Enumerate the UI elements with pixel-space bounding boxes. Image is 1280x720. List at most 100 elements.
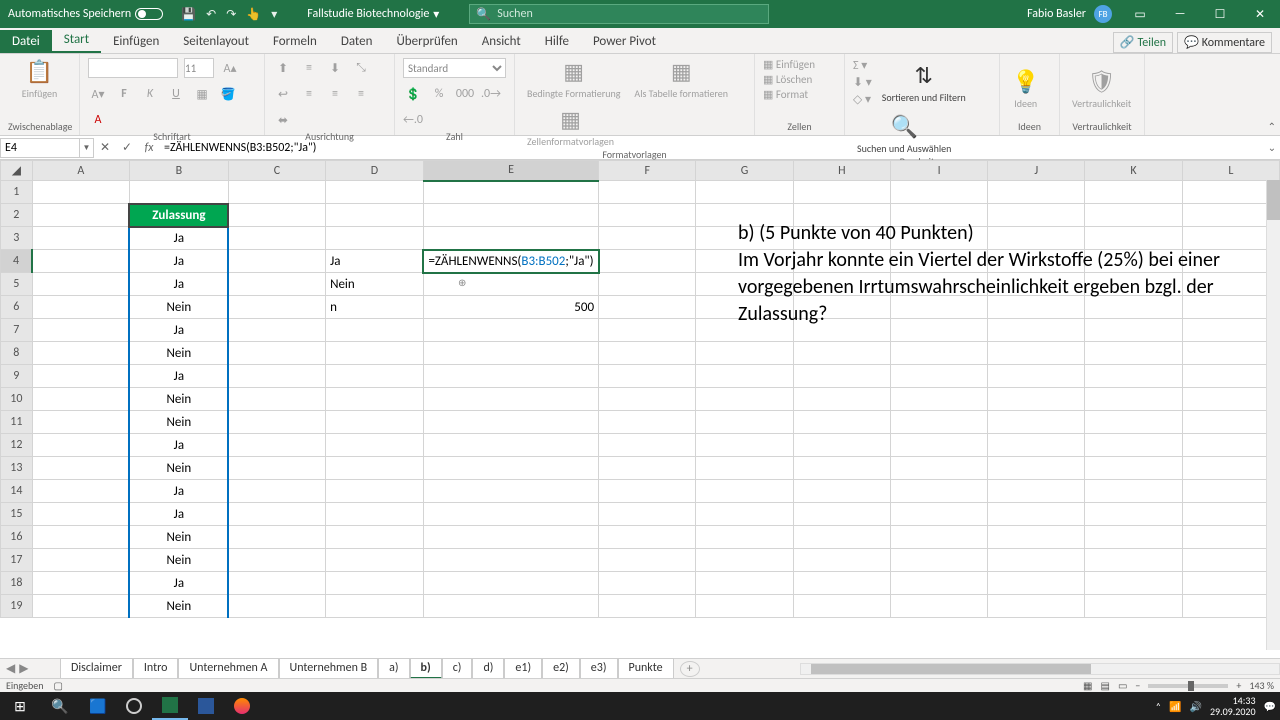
cell[interactable] — [599, 503, 696, 526]
cell[interactable] — [32, 181, 129, 204]
qat-more-icon[interactable]: ▾ — [271, 7, 277, 22]
cell[interactable]: n — [326, 296, 424, 319]
cell[interactable] — [599, 480, 696, 503]
cell[interactable] — [1182, 411, 1279, 434]
minimize-button[interactable]: — — [1160, 0, 1200, 28]
cell[interactable] — [32, 549, 129, 572]
format-cells-button[interactable]: ▦ Format — [763, 88, 808, 101]
cell[interactable] — [423, 572, 598, 595]
cell[interactable]: Ja — [129, 227, 228, 250]
collapse-ribbon-icon[interactable]: ⌃ — [1268, 120, 1276, 133]
row-header-10[interactable]: 10 — [1, 388, 33, 411]
row-header-3[interactable]: 3 — [1, 227, 33, 250]
cell[interactable] — [696, 457, 793, 480]
cell[interactable] — [423, 319, 598, 342]
sensitivity-button[interactable]: 🛡Vertraulichkeit — [1068, 68, 1135, 110]
search-box[interactable]: 🔍 Suchen — [469, 4, 769, 24]
row-header-15[interactable]: 15 — [1, 503, 33, 526]
cell[interactable] — [228, 319, 325, 342]
cell[interactable] — [32, 319, 129, 342]
cell[interactable] — [32, 526, 129, 549]
cell[interactable] — [891, 549, 988, 572]
cell[interactable] — [32, 342, 129, 365]
scrollbar-thumb[interactable] — [1267, 180, 1280, 220]
taskbar-excel[interactable] — [152, 692, 188, 720]
cell[interactable] — [326, 434, 424, 457]
cell[interactable] — [599, 457, 696, 480]
select-all-button[interactable]: ◢ — [1, 161, 33, 181]
cell[interactable] — [599, 388, 696, 411]
cell[interactable]: ⊕ — [423, 273, 598, 296]
cell[interactable] — [32, 457, 129, 480]
sheet-tab[interactable]: Unternehmen B — [279, 658, 379, 679]
cell[interactable] — [696, 434, 793, 457]
cell[interactable] — [599, 434, 696, 457]
cell[interactable] — [696, 526, 793, 549]
taskbar-obs[interactable] — [116, 692, 152, 720]
account-area[interactable]: Fabio Basler FB — [1019, 5, 1120, 23]
row-header-13[interactable]: 13 — [1, 457, 33, 480]
autosave-switch[interactable] — [135, 8, 163, 20]
cell-styles-button[interactable]: ▦Zellenformatvorlagen — [523, 106, 618, 148]
cell[interactable]: Ja — [129, 434, 228, 457]
cell[interactable] — [891, 434, 988, 457]
row-header-4[interactable]: 4 — [1, 250, 33, 273]
cell[interactable]: =ZÄHLENWENNS(B3:B502;"Ja") — [423, 250, 598, 273]
cell[interactable] — [32, 572, 129, 595]
tab-page-layout[interactable]: Seitenlayout — [171, 30, 261, 53]
cell[interactable] — [1182, 549, 1279, 572]
cell[interactable] — [988, 526, 1085, 549]
cell[interactable]: Nein — [326, 273, 424, 296]
cell[interactable] — [228, 434, 325, 457]
cell[interactable] — [228, 549, 325, 572]
cell[interactable] — [1182, 342, 1279, 365]
cell[interactable] — [793, 181, 890, 204]
row-header-1[interactable]: 1 — [1, 181, 33, 204]
cell[interactable]: Nein — [129, 595, 228, 618]
cell[interactable] — [32, 204, 129, 227]
cell[interactable] — [696, 572, 793, 595]
cell[interactable] — [1085, 572, 1182, 595]
delete-cells-button[interactable]: ▦ Löschen — [763, 73, 812, 86]
cell[interactable] — [326, 365, 424, 388]
wrap-text-icon[interactable]: ↩ — [273, 84, 293, 104]
hscroll-thumb[interactable] — [811, 664, 1091, 674]
tray-volume-icon[interactable]: 🔊 — [1189, 700, 1201, 713]
tab-formulas[interactable]: Formeln — [261, 30, 329, 53]
autosave-toggle[interactable]: Automatisches Speichern — [0, 7, 171, 21]
cell[interactable] — [599, 526, 696, 549]
sheet-tab[interactable]: Intro — [133, 658, 179, 679]
tray-clock[interactable]: 14:3329.09.2020 — [1210, 695, 1256, 717]
zoom-out-icon[interactable]: − — [1135, 679, 1140, 692]
cell[interactable] — [891, 503, 988, 526]
cell[interactable] — [326, 480, 424, 503]
cell[interactable]: Ja — [129, 273, 228, 296]
maximize-button[interactable]: ☐ — [1200, 0, 1240, 28]
tab-review[interactable]: Überprüfen — [384, 30, 469, 53]
cell[interactable] — [423, 227, 598, 250]
col-header-e[interactable]: E — [423, 161, 598, 181]
comments-button[interactable]: 💬 Kommentare — [1177, 32, 1272, 53]
cell[interactable] — [891, 181, 988, 204]
autosum-icon[interactable]: Σ ▾ — [853, 58, 872, 73]
cell[interactable] — [326, 457, 424, 480]
zoom-level[interactable]: 143 % — [1249, 679, 1274, 692]
cell[interactable] — [32, 411, 129, 434]
cell[interactable] — [793, 411, 890, 434]
decrease-decimal-icon[interactable]: ←.0 — [403, 110, 423, 130]
ideas-button[interactable]: 💡Ideen — [1008, 68, 1043, 110]
cell[interactable] — [793, 572, 890, 595]
cell[interactable] — [1182, 388, 1279, 411]
cell[interactable] — [326, 204, 424, 227]
tab-data[interactable]: Daten — [329, 30, 385, 53]
cell[interactable] — [793, 526, 890, 549]
col-header-j[interactable]: J — [988, 161, 1085, 181]
italic-icon[interactable]: K — [140, 84, 160, 104]
row-header-12[interactable]: 12 — [1, 434, 33, 457]
cell[interactable] — [1085, 434, 1182, 457]
clear-icon[interactable]: ◇ ▾ — [853, 92, 872, 107]
cell[interactable] — [891, 457, 988, 480]
cell[interactable] — [988, 388, 1085, 411]
comma-icon[interactable]: 000 — [455, 84, 475, 104]
vertical-scrollbar[interactable] — [1266, 180, 1280, 650]
